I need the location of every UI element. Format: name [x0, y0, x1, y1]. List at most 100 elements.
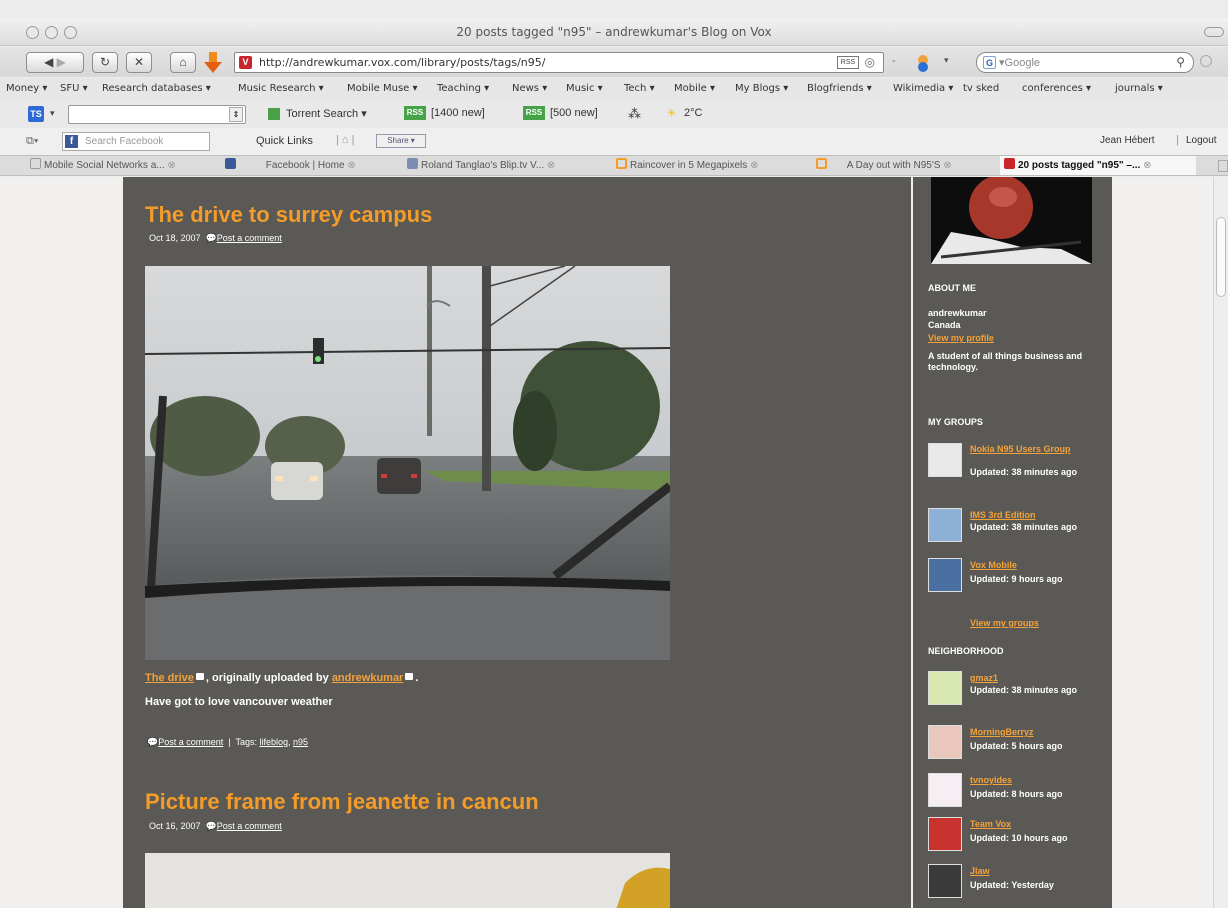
neighbor-avatar[interactable]: [928, 671, 962, 705]
tab-roland-tanglao[interactable]: Roland Tanglao's Blip.tv V... ⊗: [403, 156, 611, 175]
bookmark-my-blogs[interactable]: My Blogs ▾: [735, 83, 788, 94]
tab-facebook-home[interactable]: Facebook | Home ⊗: [221, 156, 401, 175]
tab-close-icon[interactable]: ⊗: [1143, 160, 1151, 171]
tab-close-icon[interactable]: ⊗: [347, 160, 355, 171]
facebook-user-name[interactable]: Jean Hébert: [1100, 135, 1154, 146]
extension-icon[interactable]: [914, 54, 932, 72]
profile-photo[interactable]: [931, 177, 1092, 264]
bookmark-news[interactable]: News ▾: [512, 83, 547, 94]
group-thumbnail[interactable]: [928, 558, 962, 592]
tag-link-n95[interactable]: n95: [293, 737, 308, 747]
fb-menu-icon[interactable]: ⧉▾: [26, 135, 38, 148]
tab-close-icon[interactable]: ⊗: [547, 160, 555, 171]
bookmark-music-research[interactable]: Music Research ▾: [238, 83, 324, 94]
tag-link-lifeblog[interactable]: lifeblog: [259, 737, 288, 747]
fb-home-icon[interactable]: | ⌂ |: [336, 134, 354, 146]
vertical-scrollbar[interactable]: [1213, 177, 1228, 908]
neighbor-avatar[interactable]: [928, 817, 962, 851]
comment-icon: 💬: [205, 821, 217, 831]
bookmark-mobile-muse[interactable]: Mobile Muse ▾: [347, 83, 418, 94]
share-button[interactable]: Share ▾: [376, 134, 426, 148]
neighbor-link[interactable]: gmaz1: [970, 673, 998, 683]
back-forward-button[interactable]: ◀ ▶: [26, 52, 84, 73]
caption-author-link[interactable]: andrewkumar: [332, 672, 404, 684]
flickr-icon: [405, 673, 414, 680]
picture-frame-photo[interactable]: [145, 853, 670, 908]
group-link[interactable]: Nokia N95 Users Group: [970, 444, 1080, 455]
rss-icon-2[interactable]: RSS: [523, 106, 545, 120]
new-tab-button[interactable]: [1218, 160, 1228, 172]
bookmark-teaching[interactable]: Teaching ▾: [437, 83, 489, 94]
comment-icon: 💬: [147, 737, 159, 747]
bookmark-mobile[interactable]: Mobile ▾: [674, 83, 715, 94]
weather-icon[interactable]: ☀: [666, 106, 677, 120]
network-icon[interactable]: ⁂: [628, 106, 641, 122]
bookmark-research-databases[interactable]: Research databases ▾: [102, 83, 211, 94]
magnifier-icon[interactable]: ⚲: [1176, 55, 1185, 69]
post-comment-link[interactable]: Post a comment: [217, 233, 282, 243]
tab-close-icon[interactable]: ⊗: [167, 160, 175, 171]
bookmark-wikimedia[interactable]: Wikimedia ▾: [893, 83, 953, 94]
tab-close-icon[interactable]: ⊗: [943, 160, 951, 171]
stop-button[interactable]: ✕: [126, 52, 152, 73]
stepper-icon[interactable]: ⇕: [229, 107, 243, 122]
bookmark-tv-sked[interactable]: tv sked: [963, 83, 999, 94]
back-arrow-icon[interactable]: ◀: [44, 55, 53, 69]
neighbor-link[interactable]: Team Vox: [970, 819, 1011, 829]
extension-dropdown-arrow[interactable]: ▾: [944, 55, 949, 66]
post-title-2[interactable]: Picture frame from jeanette in cancun: [145, 789, 539, 815]
view-profile-link[interactable]: View my profile: [928, 333, 994, 343]
rss-count-2[interactable]: [500 new]: [550, 107, 598, 119]
tab-close-icon[interactable]: ⊗: [750, 160, 758, 171]
post-title[interactable]: The drive to surrey campus: [145, 202, 432, 228]
group-thumbnail[interactable]: [928, 443, 962, 477]
post-comment-link[interactable]: Post a comment: [217, 821, 282, 831]
torrent-search-input[interactable]: ⇕: [68, 105, 246, 124]
neighbor-link[interactable]: MorningBerryz: [970, 727, 1034, 737]
bookmark-money[interactable]: Money ▾: [6, 83, 47, 94]
neighbor-link[interactable]: Jlaw: [970, 866, 990, 876]
neighbor-link[interactable]: tvnoyides: [970, 775, 1012, 785]
rainy-drive-photo[interactable]: [145, 266, 670, 660]
address-bar[interactable]: V http://andrewkumar.vox.com/library/pos…: [234, 52, 884, 73]
download-arrow-icon[interactable]: [204, 52, 222, 74]
tab-mobile-social-networks[interactable]: Mobile Social Networks a... ⊗: [26, 156, 216, 175]
bookmark-tech[interactable]: Tech ▾: [624, 83, 655, 94]
facebook-search-input[interactable]: f Search Facebook: [62, 132, 210, 151]
google-search-icon[interactable]: G: [983, 56, 996, 69]
group-link[interactable]: IMS 3rd Edition: [970, 510, 1036, 520]
group-link[interactable]: Vox Mobile: [970, 560, 1017, 570]
torrent-search-button[interactable]: Torrent Search ▾: [286, 107, 367, 120]
reload-button[interactable]: ↻: [92, 52, 118, 73]
neighbor-avatar[interactable]: [928, 725, 962, 759]
forward-arrow-icon[interactable]: ▶: [57, 55, 66, 69]
neighbor-avatar[interactable]: [928, 864, 962, 898]
ts-logo-icon[interactable]: TS: [28, 106, 44, 122]
view-groups-link[interactable]: View my groups: [970, 618, 1039, 628]
bookmark-conferences[interactable]: conferences ▾: [1022, 83, 1091, 94]
bookmark-music[interactable]: Music ▾: [566, 83, 603, 94]
tab-label: Roland Tanglao's Blip.tv V...: [421, 160, 545, 171]
footer-comment-link[interactable]: Post a comment: [158, 737, 223, 747]
neighbor-avatar[interactable]: [928, 773, 962, 807]
bookmark-sfu[interactable]: SFU ▾: [60, 83, 88, 94]
rss-icon[interactable]: RSS: [404, 106, 426, 120]
bookmark-star-icon[interactable]: ◎: [865, 55, 875, 69]
caption-photo-link[interactable]: The drive: [145, 672, 194, 684]
bookmarks-bar: Money ▾ SFU ▾ Research databases ▾ Music…: [0, 78, 1228, 100]
tab-20-posts-n95[interactable]: 20 posts tagged "n95" –... ⊗: [1000, 156, 1196, 175]
logout-button[interactable]: Logout: [1186, 135, 1217, 146]
scrollbar-thumb[interactable]: [1216, 217, 1226, 297]
bookmark-blogfriends[interactable]: Blogfriends ▾: [807, 83, 872, 94]
search-field[interactable]: G ▾Google ⚲: [976, 52, 1194, 73]
group-thumbnail[interactable]: [928, 508, 962, 542]
quick-links-button[interactable]: Quick Links: [256, 135, 313, 147]
tab-raincover[interactable]: Raincover in 5 Megapixels ⊗: [612, 156, 812, 175]
rss-feed-icon[interactable]: RSS: [837, 56, 859, 69]
toolbar-toggle-button[interactable]: [1204, 27, 1224, 37]
ts-dropdown-arrow[interactable]: ▾: [50, 108, 55, 119]
home-button[interactable]: ⌂: [170, 52, 196, 73]
tab-day-out-n95[interactable]: A Day out with N95'S ⊗: [812, 156, 986, 175]
rss-count-1[interactable]: [1400 new]: [431, 107, 485, 119]
bookmark-journals[interactable]: journals ▾: [1115, 83, 1163, 94]
